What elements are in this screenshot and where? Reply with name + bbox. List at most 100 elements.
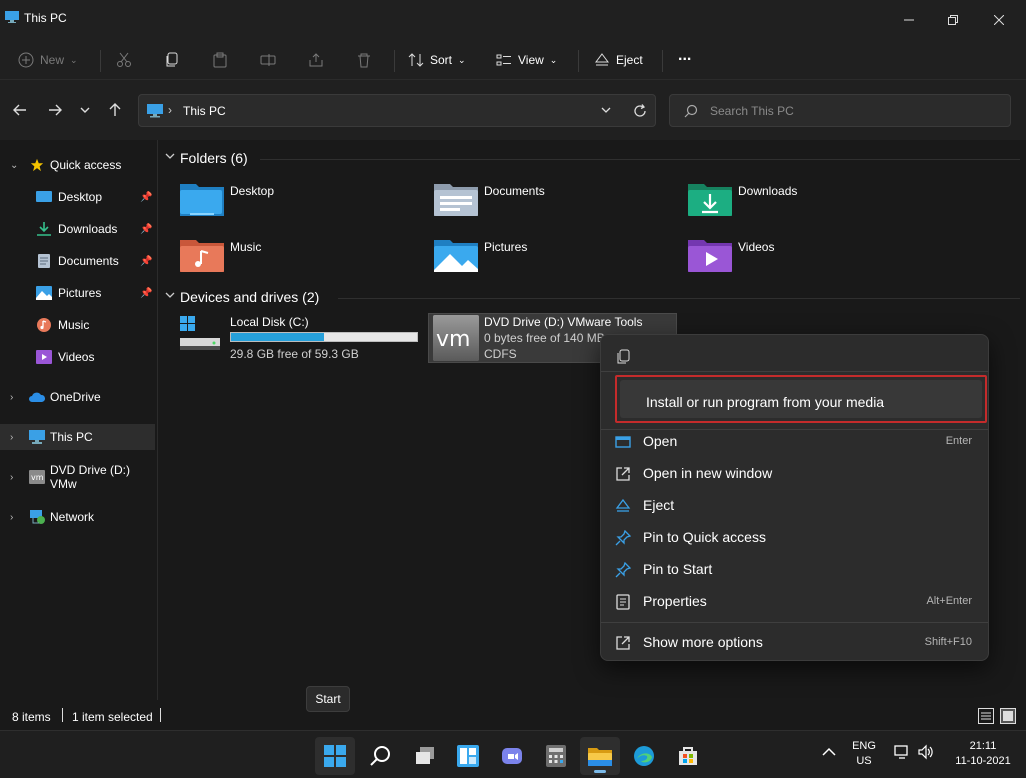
forward-button[interactable] bbox=[44, 99, 66, 121]
drives-heading[interactable]: Devices and drives (2) bbox=[180, 289, 319, 305]
copy-icon[interactable] bbox=[617, 349, 631, 365]
folder-desktop[interactable]: Desktop bbox=[180, 180, 380, 224]
folder-videos[interactable]: Videos bbox=[688, 236, 888, 280]
store-button[interactable] bbox=[668, 737, 708, 775]
back-button[interactable] bbox=[9, 99, 31, 121]
address-path[interactable]: This PC bbox=[183, 104, 226, 118]
sidebar-item-pictures[interactable]: Pictures 📌 bbox=[0, 280, 155, 306]
chevron-right-icon[interactable]: › bbox=[10, 392, 13, 403]
drive-name: DVD Drive (D:) VMware Tools bbox=[484, 315, 643, 329]
edge-icon bbox=[634, 746, 654, 766]
folders-heading[interactable]: Folders (6) bbox=[180, 150, 248, 166]
this-pc-icon bbox=[147, 104, 163, 118]
calculator-button[interactable] bbox=[536, 737, 576, 775]
up-button[interactable] bbox=[104, 99, 126, 121]
delete-button[interactable] bbox=[356, 46, 372, 74]
folder-documents[interactable]: Documents bbox=[434, 180, 634, 224]
sidebar-item-videos[interactable]: Videos bbox=[0, 344, 155, 370]
window-title: This PC bbox=[24, 11, 67, 25]
widgets-button[interactable] bbox=[448, 737, 488, 775]
keyboard-layout: US bbox=[856, 755, 872, 767]
command-bar: New ⌄ Sort ⌄ View ⌄ Eject ... bbox=[0, 40, 1026, 80]
menu-item-show-more-options[interactable]: Show more options Shift+F10 bbox=[601, 627, 988, 659]
refresh-icon[interactable] bbox=[633, 104, 647, 118]
menu-item-install-or-run[interactable]: Install or run program from your media bbox=[620, 380, 982, 418]
maximize-button[interactable] bbox=[930, 0, 976, 40]
folder-music[interactable]: Music bbox=[180, 236, 380, 280]
more-options-button[interactable]: ... bbox=[678, 42, 691, 70]
start-button[interactable] bbox=[315, 737, 355, 775]
new-label: New bbox=[40, 53, 65, 67]
details-view-icon[interactable] bbox=[978, 708, 994, 724]
menu-item-open-new-window[interactable]: Open in new window bbox=[601, 458, 988, 490]
share-icon bbox=[309, 53, 323, 67]
cut-button[interactable] bbox=[116, 46, 132, 74]
folder-label: Desktop bbox=[230, 184, 275, 198]
close-button[interactable] bbox=[976, 0, 1022, 40]
menu-item-eject[interactable]: Eject bbox=[601, 490, 988, 522]
drive-local-disk-c[interactable]: Local Disk (C:) 29.8 GB free of 59.3 GB bbox=[176, 314, 422, 364]
chevron-down-icon[interactable] bbox=[165, 292, 175, 298]
chevron-up-icon[interactable] bbox=[822, 747, 836, 757]
plus-circle-icon bbox=[18, 52, 34, 68]
edge-button[interactable] bbox=[624, 737, 664, 775]
chevron-down-icon[interactable] bbox=[165, 153, 175, 159]
folder-label: Videos bbox=[738, 240, 775, 254]
search-input[interactable]: Search This PC bbox=[710, 104, 794, 118]
sidebar-item-network[interactable]: › Network bbox=[0, 504, 155, 530]
task-view-button[interactable] bbox=[405, 737, 445, 775]
sidebar-item-music[interactable]: Music bbox=[0, 312, 155, 338]
chevron-down-icon[interactable] bbox=[601, 107, 611, 113]
folder-label: Pictures bbox=[484, 240, 528, 254]
volume-icon[interactable] bbox=[918, 744, 934, 760]
download-icon bbox=[37, 222, 51, 236]
rename-button[interactable] bbox=[260, 46, 276, 74]
sidebar-item-downloads[interactable]: Downloads 📌 bbox=[0, 216, 155, 242]
sidebar-item-desktop[interactable]: Desktop 📌 bbox=[0, 184, 155, 210]
view-list-icon bbox=[496, 54, 511, 66]
chevron-right-icon[interactable]: › bbox=[10, 472, 13, 483]
chevron-down-icon[interactable]: ⌄ bbox=[10, 160, 18, 171]
star-icon bbox=[30, 158, 44, 172]
rename-icon bbox=[260, 54, 276, 66]
menu-item-pin-start[interactable]: Pin to Start bbox=[601, 554, 988, 586]
sort-button[interactable]: Sort ⌄ bbox=[408, 46, 466, 74]
show-more-options-icon bbox=[616, 636, 630, 650]
language-indicator[interactable]: ENG US bbox=[848, 739, 880, 769]
menu-item-pin-quick-access[interactable]: Pin to Quick access bbox=[601, 522, 988, 554]
chevron-right-icon[interactable]: › bbox=[10, 432, 13, 443]
sidebar-item-dvd-drive[interactable]: › vm DVD Drive (D:) VMw bbox=[0, 463, 155, 491]
sidebar-item-label: Quick access bbox=[50, 158, 122, 172]
file-explorer-button[interactable] bbox=[580, 737, 620, 775]
sidebar-item-label: This PC bbox=[50, 430, 93, 444]
folder-downloads[interactable]: Downloads bbox=[688, 180, 888, 224]
eject-button[interactable]: Eject bbox=[594, 46, 643, 74]
search-box[interactable]: Search This PC bbox=[669, 94, 1011, 127]
copy-button[interactable] bbox=[164, 46, 180, 74]
menu-item-properties[interactable]: Properties Alt+Enter bbox=[601, 586, 988, 618]
minimize-button[interactable] bbox=[886, 0, 932, 40]
close-icon bbox=[994, 15, 1004, 25]
chat-button[interactable] bbox=[492, 737, 532, 775]
share-button[interactable] bbox=[308, 46, 324, 74]
sidebar-item-quick-access[interactable]: ⌄ Quick access bbox=[0, 152, 155, 178]
view-button[interactable]: View ⌄ bbox=[496, 46, 557, 74]
address-bar[interactable]: › This PC bbox=[138, 94, 656, 127]
paste-button[interactable] bbox=[212, 46, 228, 74]
recent-locations-button[interactable] bbox=[74, 99, 96, 121]
this-pc-icon bbox=[29, 430, 45, 444]
clock[interactable]: 21:11 11-10-2021 bbox=[944, 739, 1022, 769]
menu-item-open[interactable]: Open Enter bbox=[601, 426, 988, 458]
new-button[interactable]: New ⌄ bbox=[18, 46, 78, 74]
sidebar-item-documents[interactable]: Documents 📌 bbox=[0, 248, 155, 274]
folder-label: Documents bbox=[484, 184, 545, 198]
sidebar-item-label: Downloads bbox=[58, 222, 118, 236]
network-status-icon[interactable] bbox=[894, 745, 910, 759]
sidebar-item-onedrive[interactable]: › OneDrive bbox=[0, 384, 155, 410]
search-button[interactable] bbox=[360, 737, 400, 775]
chevron-right-icon[interactable]: › bbox=[10, 512, 13, 523]
large-icons-view-icon[interactable] bbox=[1000, 708, 1016, 724]
folder-pictures[interactable]: Pictures bbox=[434, 236, 634, 280]
cloud-icon bbox=[29, 392, 45, 402]
sidebar-item-this-pc[interactable]: › This PC bbox=[0, 424, 155, 450]
